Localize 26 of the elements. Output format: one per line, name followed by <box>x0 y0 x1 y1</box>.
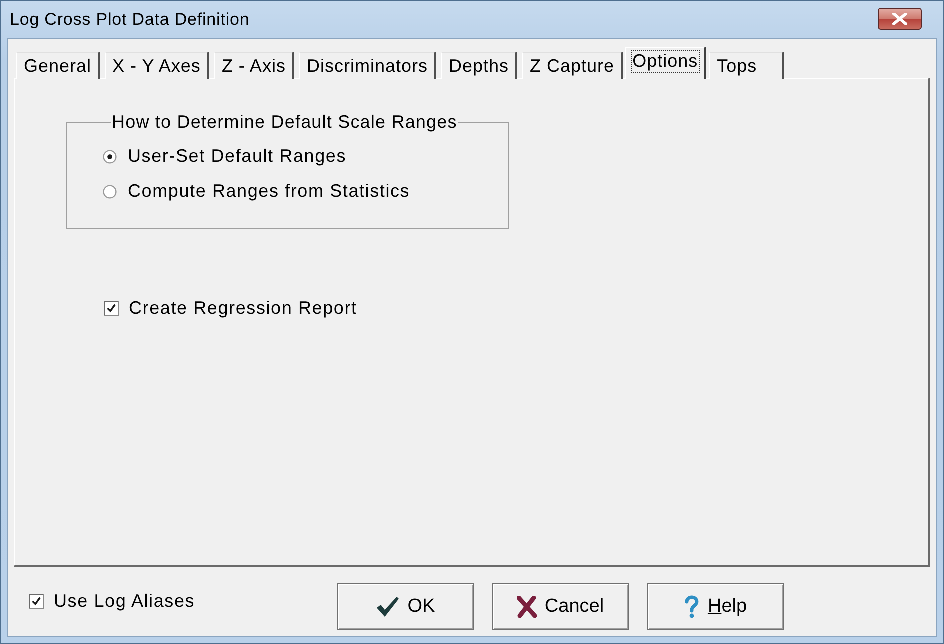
tab[interactable]: Z Capture <box>522 52 623 79</box>
close-icon <box>892 13 908 25</box>
checkbox-label: Use Log Aliases <box>54 591 196 612</box>
checkbox[interactable] <box>29 594 44 609</box>
close-button[interactable] <box>878 8 922 30</box>
radio-label: User-Set Default Ranges <box>128 146 346 167</box>
tab[interactable]: Discriminators <box>298 52 436 79</box>
checkbox-label: Create Regression Report <box>129 298 358 319</box>
group-title: How to Determine Default Scale Ranges <box>111 112 458 133</box>
tab[interactable]: Depths <box>440 52 518 79</box>
help-button[interactable]: Help <box>647 583 784 630</box>
ok-button[interactable]: OK <box>337 583 474 630</box>
radio-label: Compute Ranges from Statistics <box>128 181 410 202</box>
check-icon <box>376 596 400 618</box>
tab[interactable]: X - Y Axes <box>104 52 209 79</box>
question-mark-icon <box>684 594 700 618</box>
tab[interactable]: Z - Axis <box>214 52 294 79</box>
tab[interactable]: Options <box>624 47 706 79</box>
radio-button[interactable] <box>103 150 117 164</box>
cancel-button[interactable]: Cancel <box>492 583 629 630</box>
tab[interactable]: General <box>16 52 100 79</box>
x-icon <box>516 596 537 618</box>
radio-button[interactable] <box>103 184 117 198</box>
tab[interactable]: Tops <box>709 52 784 79</box>
checkbox[interactable] <box>104 301 119 316</box>
window-title: Log Cross Plot Data Definition <box>10 10 250 30</box>
